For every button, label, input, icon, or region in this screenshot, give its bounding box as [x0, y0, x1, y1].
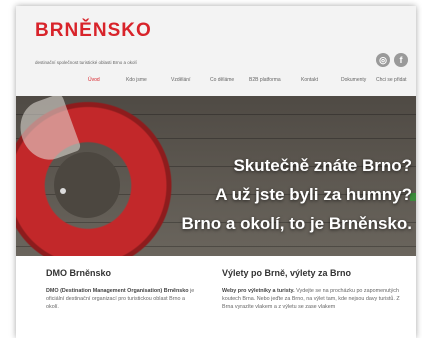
content-columns: DMO Brněnsko DMO (Destination Management…: [16, 256, 416, 338]
nav-item-dokumenty[interactable]: Dokumenty: [341, 77, 366, 83]
nav-item-co-delame[interactable]: Co děláme: [210, 77, 234, 83]
main-nav: Úvod Kdo jsme Vzdělání Co děláme B2B pla…: [16, 77, 416, 89]
nav-item-vzdelani[interactable]: Vzdělání: [171, 77, 190, 83]
header: BRNĚNSKO destinační společnost turistick…: [16, 6, 416, 96]
right-column-text: Weby pro výletníky a turisty. Vydejte se…: [222, 288, 400, 310]
facebook-icon[interactable]: f: [394, 53, 408, 67]
hero-line-1: Skutečně znáte Brno?: [233, 156, 412, 175]
nav-item-b2b-platforma[interactable]: B2B platforma: [249, 77, 281, 83]
brand-logo[interactable]: BRNĚNSKO: [35, 20, 152, 42]
right-column: Výlety po Brně, výlety za Brno Weby pro …: [222, 268, 412, 311]
left-column-title: DMO Brněnsko: [46, 268, 112, 278]
hero-line-2: A už jste byli za humny?: [215, 185, 412, 204]
nav-item-chci-se-pridat[interactable]: Chci se přidat: [376, 77, 407, 83]
left-column: DMO Brněnsko DMO (Destination Management…: [46, 268, 196, 311]
right-column-title: Výlety po Brně, výlety za Brno: [222, 268, 352, 278]
page-frame: BRNĚNSKO destinační společnost turistick…: [16, 6, 416, 338]
nav-item-kdo-jsme[interactable]: Kdo jsme: [126, 77, 147, 83]
hero-line-3: Brno a okolí, to je Brněnsko.: [181, 214, 412, 233]
hero-banner: Skutečně znáte Brno? A už jste byli za h…: [16, 96, 416, 256]
nav-item-uvod[interactable]: Úvod: [88, 77, 100, 83]
tagline: destinační společnost turistické oblasti…: [35, 60, 137, 65]
left-column-text: DMO (Destination Management Organisation…: [46, 288, 195, 310]
instagram-icon[interactable]: ◎: [376, 53, 390, 67]
nav-item-kontakt[interactable]: Kontakt: [301, 77, 318, 83]
